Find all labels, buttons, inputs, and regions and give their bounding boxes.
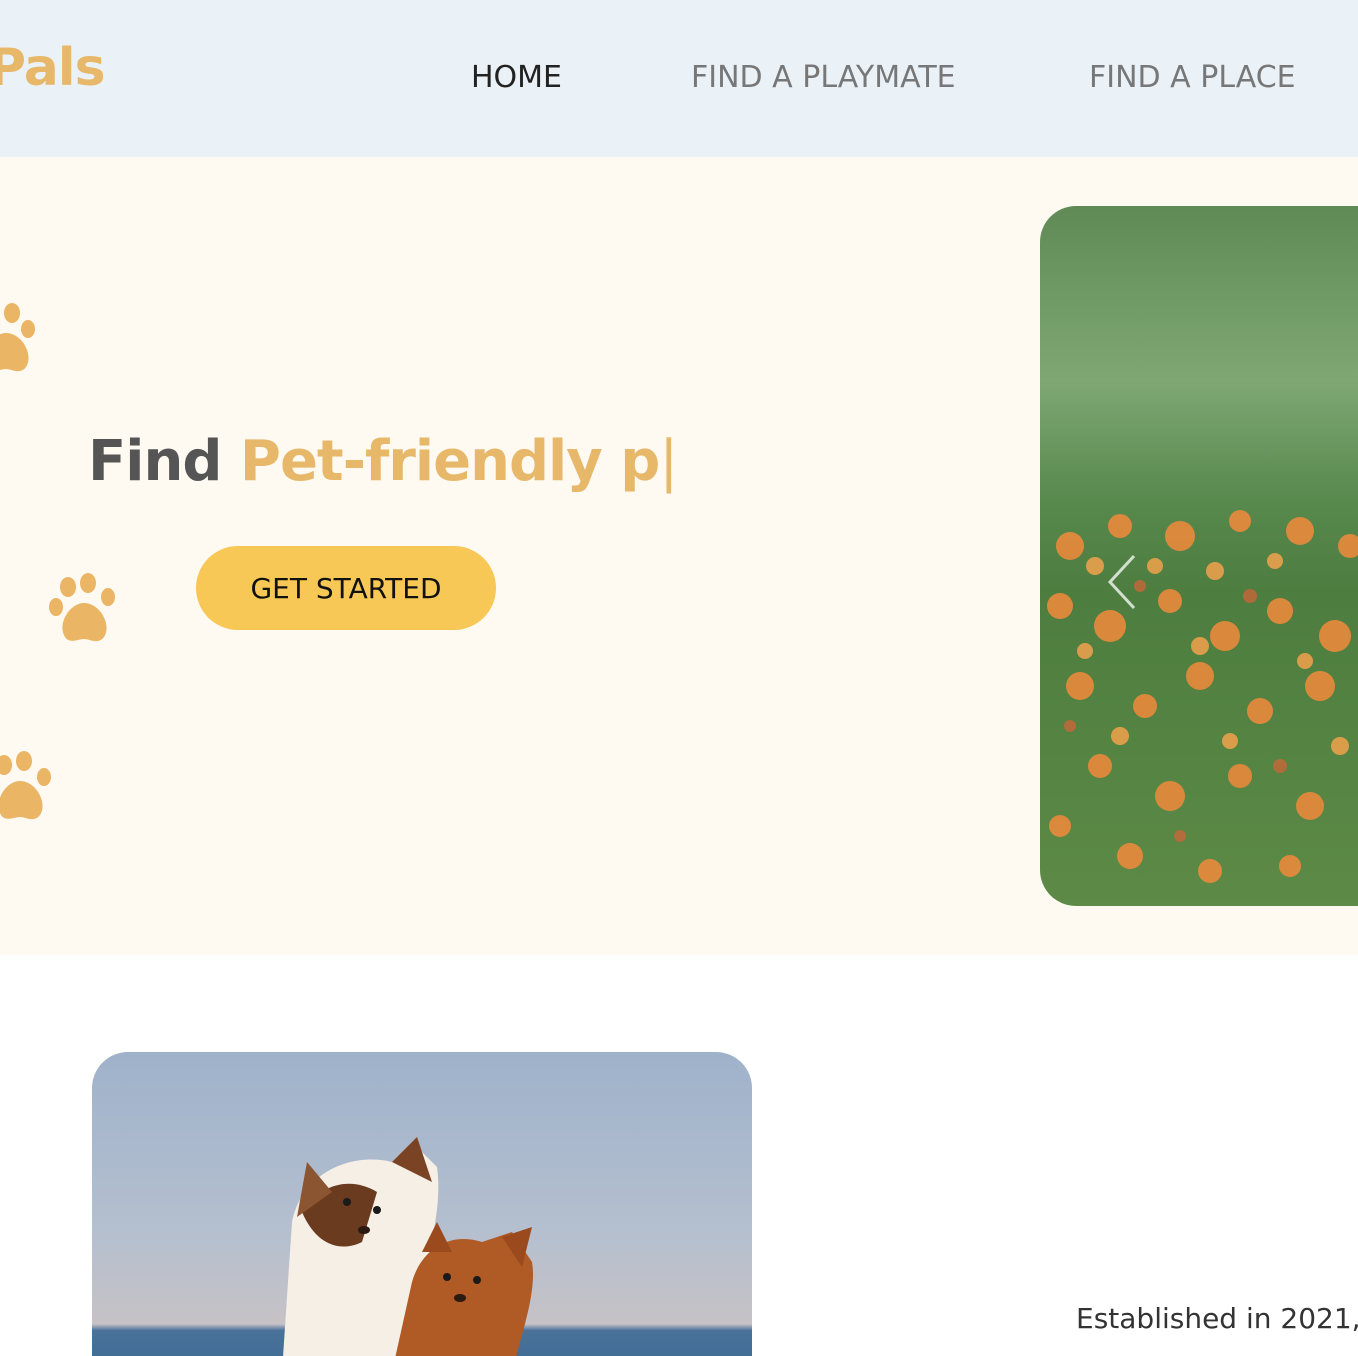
- about-image: [92, 1052, 752, 1356]
- hero-title-prefix: Find: [88, 429, 222, 494]
- site-header: Pals HOME FIND A PLAYMATE FIND A PLACE: [0, 0, 1358, 157]
- hero-carousel-image: [1040, 206, 1358, 906]
- hero-section: Find Pet-friendly p| GET STARTED: [0, 157, 1358, 955]
- nav-find-a-place[interactable]: FIND A PLACE: [1089, 60, 1296, 95]
- site-logo[interactable]: Pals: [0, 38, 106, 98]
- hero-title: Find Pet-friendly p|: [88, 429, 678, 494]
- about-intro-text: Established in 2021,: [1076, 1302, 1358, 1335]
- paw-print-icon: [46, 573, 122, 649]
- paw-print-icon: [0, 751, 58, 827]
- nav-find-a-playmate[interactable]: FIND A PLAYMATE: [691, 60, 956, 95]
- hero-title-highlight: Pet-friendly p: [239, 429, 660, 494]
- typing-caret: |: [659, 429, 678, 494]
- chevron-left-icon[interactable]: [1104, 554, 1144, 610]
- get-started-button[interactable]: GET STARTED: [196, 546, 496, 630]
- dog-in-flower-field-image: [1047, 510, 1358, 883]
- nav-home[interactable]: HOME: [471, 60, 562, 95]
- paw-print-icon: [0, 303, 38, 379]
- two-dogs-at-beach-image: [283, 1137, 533, 1356]
